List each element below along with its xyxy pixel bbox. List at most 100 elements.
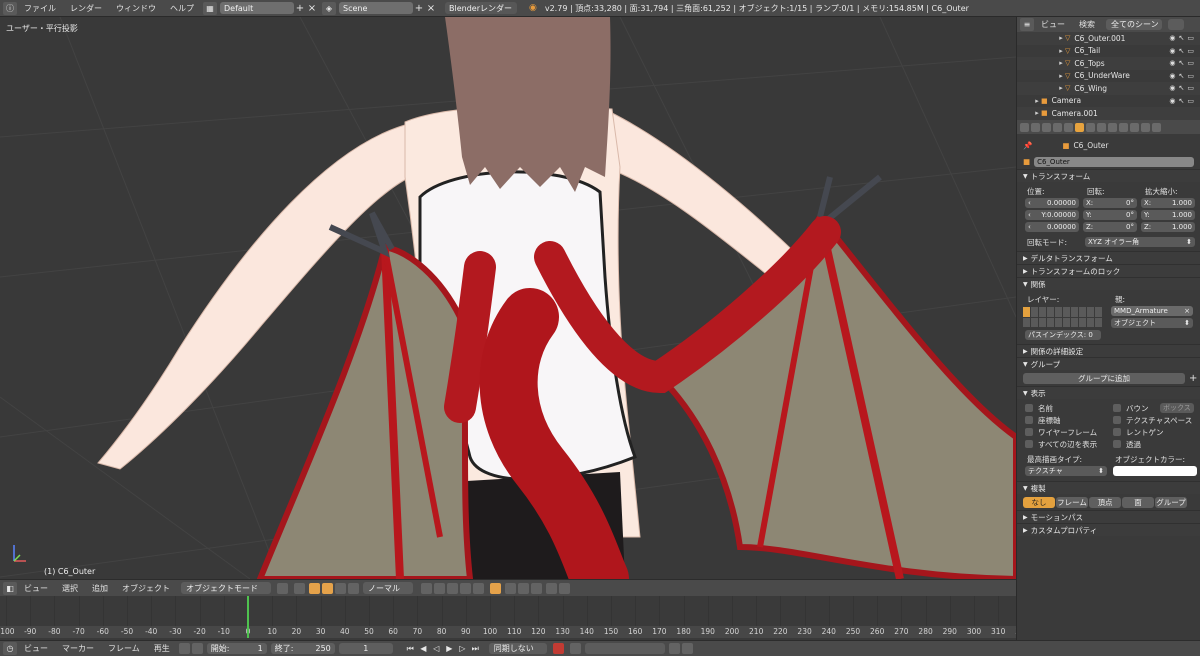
display-check-xray[interactable]: レントゲン bbox=[1113, 426, 1199, 438]
layer-button-3[interactable] bbox=[447, 582, 458, 594]
eye-icon[interactable]: ◉ bbox=[1169, 59, 1175, 67]
checkbox[interactable] bbox=[1113, 404, 1121, 412]
outliner-display-mode[interactable]: 全てのシーン bbox=[1106, 19, 1162, 30]
dupli-verts-button[interactable]: 頂点 bbox=[1089, 496, 1121, 508]
timeline-ruler[interactable]: -100-90-80-70-60-50-40-30-20-10010203040… bbox=[0, 626, 1030, 638]
keying-set-field[interactable] bbox=[584, 643, 665, 654]
constraints-tab-icon[interactable] bbox=[1086, 122, 1095, 132]
panel-delta-header[interactable]: ▶ デルタトランスフォーム bbox=[1017, 251, 1200, 264]
menu-view-timeline[interactable]: ビュー bbox=[17, 643, 55, 654]
keying-set-icon[interactable] bbox=[569, 643, 581, 654]
outliner-row[interactable]: ▸ ▽ C6_Wing ◉ ↖ ▭ bbox=[1017, 82, 1200, 95]
cursor-icon[interactable]: ↖ bbox=[1179, 84, 1185, 92]
preview-range-icon[interactable] bbox=[178, 643, 190, 654]
object-name-field[interactable]: C6_Outer bbox=[1034, 156, 1195, 167]
pivot-point-icon[interactable] bbox=[294, 582, 305, 594]
menu-add[interactable]: 追加 bbox=[85, 583, 115, 594]
display-check-wire[interactable]: ワイヤーフレーム bbox=[1025, 426, 1113, 438]
play-icon[interactable]: ▶ bbox=[444, 643, 455, 654]
proportional-edit-icon[interactable] bbox=[505, 582, 516, 594]
snap-icon[interactable] bbox=[518, 582, 529, 594]
location-z-field[interactable]: ‹ 0.00000 bbox=[1025, 222, 1079, 232]
object-color-swatch[interactable] bbox=[1113, 466, 1197, 476]
outliner-row[interactable]: ▸ ■ Camera ◉ ↖ ▭ bbox=[1017, 95, 1200, 108]
menu-playback[interactable]: 再生 bbox=[147, 643, 177, 654]
expand-icon[interactable]: ▸ bbox=[1033, 109, 1041, 117]
current-frame-cursor[interactable] bbox=[247, 596, 249, 638]
menu-marker[interactable]: マーカー bbox=[55, 643, 101, 654]
outliner-row[interactable]: ▸ ▽ C6_Outer.001 ◉ ↖ ▭ bbox=[1017, 32, 1200, 45]
next-keyframe-icon[interactable]: ▷ bbox=[457, 643, 468, 654]
panel-relations-extra-header[interactable]: ▶ 関係の詳細設定 bbox=[1017, 344, 1200, 357]
checkbox[interactable] bbox=[1113, 440, 1121, 448]
outliner-menu-view[interactable]: ビュー bbox=[1034, 19, 1072, 30]
panel-transform-header[interactable]: ▼ トランスフォーム bbox=[1017, 169, 1200, 182]
scale-x-field[interactable]: X: 1.000 bbox=[1141, 198, 1195, 208]
expand-icon[interactable]: ▸ bbox=[1057, 34, 1065, 42]
add-scene-button[interactable]: + bbox=[413, 2, 425, 14]
expand-icon[interactable]: ▸ bbox=[1033, 97, 1041, 105]
checkbox[interactable] bbox=[1025, 440, 1033, 448]
location-x-field[interactable]: ‹ 0.00000 bbox=[1025, 198, 1079, 208]
expand-icon[interactable]: ▸ bbox=[1057, 59, 1065, 67]
render-engine-dropdown[interactable]: Blenderレンダー bbox=[445, 2, 517, 14]
timeline[interactable]: -100-90-80-70-60-50-40-30-20-10010203040… bbox=[0, 596, 1030, 640]
3d-viewport[interactable]: ユーザー・平行投影 (1) C6_Outer bbox=[0, 17, 1016, 579]
jump-end-icon[interactable]: ⏭ bbox=[470, 643, 481, 654]
checkbox[interactable] bbox=[1025, 428, 1033, 436]
dupli-group-button[interactable]: グループ bbox=[1155, 496, 1187, 508]
add-to-group-button[interactable]: グループに追加 bbox=[1023, 372, 1185, 384]
layer-button-4[interactable] bbox=[460, 582, 471, 594]
cursor-icon[interactable]: ↖ bbox=[1179, 97, 1185, 105]
camera-icon[interactable]: ▭ bbox=[1187, 84, 1194, 92]
menu-render[interactable]: レンダー bbox=[63, 3, 109, 14]
outliner-editor-icon[interactable]: ≡ bbox=[1020, 18, 1034, 31]
display-check-axis[interactable]: 座標軸 bbox=[1025, 414, 1113, 426]
auto-keying-icon[interactable] bbox=[552, 643, 564, 654]
editor-type-props-icon[interactable] bbox=[1020, 122, 1029, 132]
camera-icon[interactable]: ▭ bbox=[1187, 59, 1194, 67]
dupli-frames-button[interactable]: フレーム bbox=[1056, 496, 1088, 508]
rotation-mode-dropdown[interactable]: XYZ オイラー角 ⬍ bbox=[1085, 237, 1195, 247]
info-editor-icon[interactable]: ⓘ bbox=[3, 1, 17, 15]
viewport-shading-icon[interactable] bbox=[277, 582, 288, 594]
cursor-icon[interactable]: ↖ bbox=[1179, 72, 1185, 80]
scale-z-field[interactable]: Z: 1.000 bbox=[1141, 222, 1195, 232]
remove-layout-button[interactable]: × bbox=[306, 2, 318, 14]
layer-button-5[interactable] bbox=[473, 582, 484, 594]
camera-icon[interactable]: ▭ bbox=[1187, 97, 1194, 105]
physics-tab-icon[interactable] bbox=[1152, 122, 1161, 132]
screen-layout-icon[interactable]: ▦ bbox=[203, 1, 217, 15]
eye-icon[interactable]: ◉ bbox=[1169, 34, 1175, 42]
scene-tab-icon[interactable] bbox=[1053, 122, 1062, 132]
eye-icon[interactable]: ◉ bbox=[1169, 84, 1175, 92]
layout-name-field[interactable]: Default bbox=[220, 2, 294, 14]
display-check-transp[interactable]: 透過 bbox=[1113, 438, 1199, 450]
location-y-field[interactable]: ‹ Y:0.00000 bbox=[1025, 210, 1079, 220]
outliner-search-field[interactable] bbox=[1168, 19, 1184, 30]
layers-tab-icon[interactable] bbox=[1042, 122, 1051, 132]
layer-button-1[interactable] bbox=[421, 582, 432, 594]
pin-icon[interactable]: 📌 bbox=[1023, 141, 1032, 150]
scale-manipulator-icon[interactable] bbox=[348, 582, 359, 594]
expand-icon[interactable]: ▸ bbox=[1057, 47, 1065, 55]
panel-lock-header[interactable]: ▶ トランスフォームのロック bbox=[1017, 264, 1200, 277]
add-group-plus-icon[interactable]: + bbox=[1189, 373, 1197, 384]
jump-start-icon[interactable]: ⏮ bbox=[405, 643, 416, 654]
display-check-texspace[interactable]: テクスチャスペース bbox=[1113, 414, 1199, 426]
insert-keyframe-icon[interactable] bbox=[668, 643, 680, 654]
display-check-name[interactable]: 名前 bbox=[1025, 402, 1113, 414]
eye-icon[interactable]: ◉ bbox=[1169, 47, 1175, 55]
rotation-y-field[interactable]: Y: 0° bbox=[1083, 210, 1137, 220]
outliner-row[interactable]: ▸ ▽ C6_Tail ◉ ↖ ▭ bbox=[1017, 45, 1200, 58]
world-tab-icon[interactable] bbox=[1064, 122, 1073, 132]
parent-type-dropdown[interactable]: オブジェクト ⬍ bbox=[1111, 318, 1193, 328]
delete-keyframe-icon[interactable] bbox=[681, 643, 693, 654]
editor-type-icon[interactable]: ◧ bbox=[3, 581, 17, 595]
display-check-alledges[interactable]: すべての辺を表示 bbox=[1025, 438, 1113, 450]
current-frame-field[interactable]: 1 bbox=[338, 643, 393, 654]
panel-relations-header[interactable]: ▼ 関係 bbox=[1017, 277, 1200, 290]
end-frame-field[interactable]: 終了: 250 bbox=[270, 643, 335, 654]
clear-parent-icon[interactable]: × bbox=[1184, 307, 1190, 315]
expand-icon[interactable]: ▸ bbox=[1057, 72, 1065, 80]
